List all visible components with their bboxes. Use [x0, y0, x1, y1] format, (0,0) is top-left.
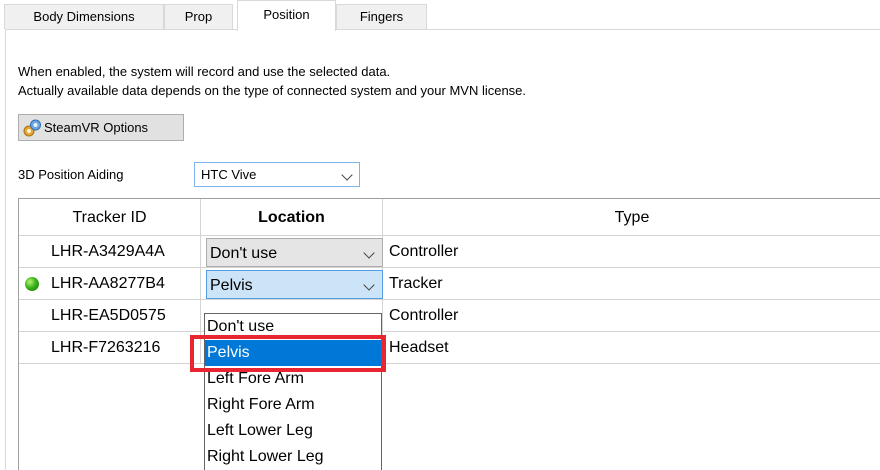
table-row[interactable]: LHR-AA8277B4 Pelvis Tracker — [19, 268, 880, 300]
tracker-table: Tracker ID Location Type LHR-A3429A4A Do… — [18, 198, 880, 470]
steamvr-options-button[interactable]: SteamVR Options — [18, 114, 184, 141]
tab-body-dimensions[interactable]: Body Dimensions — [4, 4, 164, 29]
tab-strip: Body Dimensions Prop Position Fingers — [0, 0, 880, 31]
location-cell: Pelvis — [201, 268, 383, 300]
status-connected-icon — [25, 277, 39, 291]
tab-prop[interactable]: Prop — [164, 4, 233, 29]
header-type: Type — [383, 199, 880, 236]
position-aiding-label: 3D Position Aiding — [18, 167, 124, 182]
type-cell: Controller — [383, 300, 880, 332]
tracker-id-cell: LHR-AA8277B4 — [19, 268, 201, 300]
steamvr-gear-icon — [23, 119, 41, 137]
position-aiding-select[interactable]: HTC Vive — [194, 162, 360, 187]
location-value: Pelvis — [210, 277, 253, 294]
table-row[interactable]: LHR-EA5D0575 Controller — [19, 300, 880, 332]
dropdown-option-right-lower-leg[interactable]: Right Lower Leg — [205, 444, 381, 470]
info-text-line1: When enabled, the system will record and… — [18, 64, 391, 79]
header-location: Location — [201, 199, 383, 236]
location-combo[interactable]: Pelvis — [206, 270, 383, 299]
steamvr-options-label: SteamVR Options — [44, 120, 149, 135]
chevron-down-icon — [341, 169, 353, 181]
type-cell: Controller — [383, 236, 880, 268]
dropdown-option-right-fore-arm[interactable]: Right Fore Arm — [205, 392, 381, 418]
tab-position[interactable]: Position — [237, 0, 336, 31]
info-text-line2: Actually available data depends on the t… — [18, 83, 527, 98]
highlight-box — [190, 335, 386, 372]
table-row[interactable]: LHR-F7263216 Headset — [19, 332, 880, 364]
tracker-id-cell: LHR-EA5D0575 — [19, 300, 201, 332]
chevron-down-icon — [363, 247, 375, 259]
chevron-down-icon — [363, 279, 375, 291]
tracker-id-text: LHR-AA8277B4 — [51, 275, 165, 292]
tracker-id-cell: LHR-F7263216 — [19, 332, 201, 364]
location-value: Don't use — [210, 245, 278, 262]
header-tracker-id: Tracker ID — [19, 199, 201, 236]
type-cell: Tracker — [383, 268, 880, 300]
position-aiding-value: HTC Vive — [201, 167, 257, 182]
table-row[interactable]: LHR-A3429A4A Don't use Controller — [19, 236, 880, 268]
type-cell: Headset — [383, 332, 880, 364]
dropdown-option-left-lower-leg[interactable]: Left Lower Leg — [205, 418, 381, 444]
tab-fingers[interactable]: Fingers — [336, 4, 427, 29]
tracker-id-cell: LHR-A3429A4A — [19, 236, 201, 268]
location-cell: Don't use — [201, 236, 383, 268]
location-combo[interactable]: Don't use — [206, 238, 383, 267]
